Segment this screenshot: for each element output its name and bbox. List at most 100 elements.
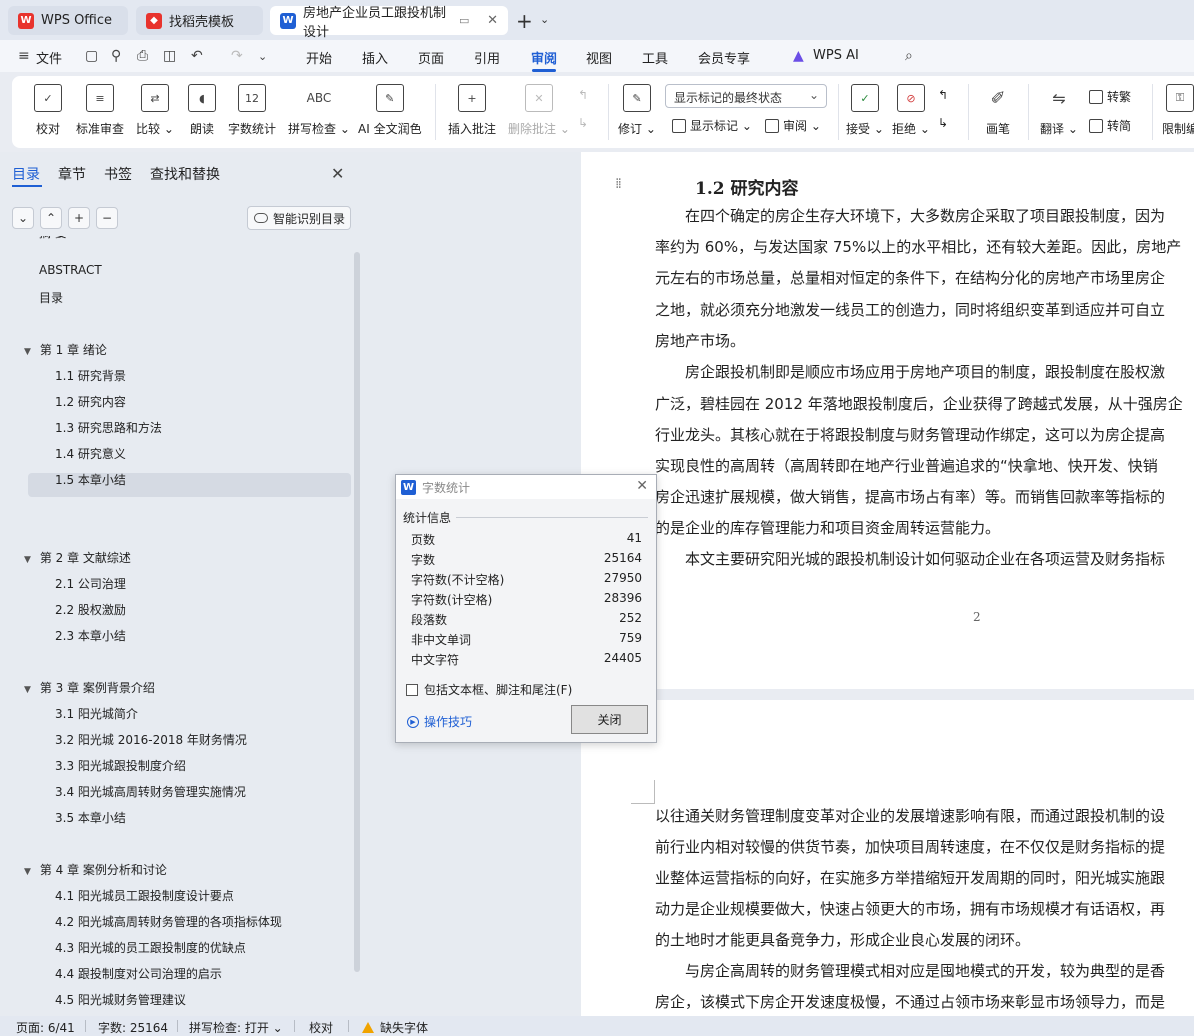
tips-link[interactable]: ▶ 操作技巧 (407, 713, 472, 730)
tab-wps-office[interactable]: W WPS Office (8, 6, 128, 35)
toc-item[interactable]: 3.1 阳光城简介 (55, 705, 138, 722)
menu-review[interactable]: 审阅 (531, 48, 557, 67)
toc-chapter[interactable]: ▼ 第 4 章 案例分析和讨论 (24, 861, 167, 878)
accept-button[interactable]: ✓ 接受 ⌄ (846, 80, 884, 144)
compare-button[interactable]: ⇄ 比较 ⌄ (136, 80, 174, 144)
toc-item[interactable]: 4.4 跟投制度对公司治理的启示 (55, 965, 222, 982)
page-indicator[interactable]: 页面: 6/41 (16, 1019, 75, 1036)
proofread-button[interactable]: ✓ 校对 (34, 80, 62, 144)
word-count-button[interactable]: 12 字数统计 (228, 80, 276, 144)
toc-item[interactable]: 1.3 研究思路和方法 (55, 419, 162, 436)
window-icon[interactable]: ▭ (459, 14, 469, 27)
missing-font-indicator[interactable]: 缺失字体 (362, 1019, 428, 1036)
spell-check-indicator[interactable]: 拼写检查: 打开 ⌄ (189, 1019, 283, 1036)
tab-bookmarks[interactable]: 书签 (104, 164, 132, 184)
toc-scrollbar[interactable] (354, 252, 360, 972)
search-icon[interactable]: ⌕ (905, 48, 913, 64)
toc-item[interactable]: 3.5 本章小结 (55, 809, 126, 826)
menu-start[interactable]: 开始 (306, 48, 332, 67)
track-changes-button[interactable]: ✎ 修订 ⌄ (618, 80, 656, 144)
show-marks-select[interactable]: 显示标记的最终状态 ⌄ (665, 84, 827, 108)
spell-check-button[interactable]: ABC 拼写检查 ⌄ (288, 80, 350, 144)
toc-item[interactable]: 1.1 研究背景 (55, 367, 126, 384)
prev-change-icon[interactable]: ↰ (938, 88, 948, 102)
tab-sections[interactable]: 章节 (58, 164, 86, 184)
next-change-icon[interactable]: ↳ (938, 116, 948, 130)
reject-button[interactable]: ⊘ 拒绝 ⌄ (892, 80, 930, 144)
menu-insert[interactable]: 插入 (362, 48, 388, 67)
to-simplified-button[interactable]: 转简 (1089, 117, 1131, 134)
insert-comment-button[interactable]: + 插入批注 (448, 80, 496, 144)
toc-item[interactable]: 2.3 本章小结 (55, 627, 126, 644)
tab-list-chevron-icon[interactable]: ⌄ (540, 13, 549, 26)
proof-indicator[interactable]: 校对 (309, 1019, 333, 1036)
toc-chapter[interactable]: ▼ 第 2 章 文献综述 (24, 549, 131, 566)
print-icon[interactable]: ⎙ (137, 48, 148, 64)
menu-member[interactable]: 会员专享 (698, 48, 750, 67)
toc-item[interactable]: 2.2 股权激励 (55, 601, 126, 618)
prev-comment-icon[interactable]: ↰ (578, 88, 588, 102)
remove-heading-button[interactable]: − (96, 207, 118, 229)
toc-chapter[interactable]: ▼ 第 3 章 案例背景介绍 (24, 679, 155, 696)
pen-button[interactable]: ✐ 画笔 (984, 80, 1012, 144)
toc-item-selected[interactable]: 1.2 研究内容 (55, 393, 126, 410)
review-pane-button[interactable]: 审阅 ⌄ (765, 117, 821, 134)
close-icon[interactable]: ✕ (636, 478, 648, 494)
toc-item[interactable]: 1.4 研究意义 (55, 445, 126, 462)
menu-file[interactable]: 文件 (36, 48, 62, 67)
smart-toc-button[interactable]: 智能识别目录 (247, 206, 351, 230)
menu-references[interactable]: 引用 (474, 48, 500, 67)
toc-item[interactable]: ABSTRACT (39, 263, 102, 277)
read-aloud-button[interactable]: ◖ 朗读 (188, 80, 216, 144)
menu-hamburger-icon[interactable]: ≡ (18, 48, 30, 64)
menu-tools[interactable]: 工具 (642, 48, 668, 67)
toc-item[interactable]: 4.3 阳光城的员工跟投制度的优缺点 (55, 939, 246, 956)
tab-toc[interactable]: 目录 (12, 164, 40, 184)
drag-handle-icon[interactable]: ⁞⁞ (615, 176, 622, 192)
toc-item[interactable]: 4.1 阳光城员工跟投制度设计要点 (55, 887, 234, 904)
menu-page[interactable]: 页面 (418, 48, 444, 67)
toc-item[interactable]: 3.2 阳光城 2016-2018 年财务情况 (55, 731, 247, 748)
toc-chapter[interactable]: ▼ 第 1 章 绪论 (24, 341, 107, 358)
toc-item[interactable]: 摘 要 (39, 236, 67, 241)
toc-item[interactable]: 1.5 本章小结 (55, 471, 126, 488)
menu-view[interactable]: 视图 (586, 48, 612, 67)
export-icon[interactable]: ⚲ (111, 48, 121, 64)
save-icon[interactable]: ▢ (85, 48, 98, 64)
toc-item[interactable]: 目录 (39, 289, 63, 306)
standard-review-button[interactable]: ≡ 标准审查 (76, 80, 124, 144)
delete-comment-button[interactable]: ✕ 删除批注 ⌄ (508, 80, 570, 144)
checkbox-box[interactable] (406, 683, 418, 696)
toc-item[interactable]: 3.4 阳光城高周转财务管理实施情况 (55, 783, 246, 800)
close-pane-icon[interactable]: ✕ (331, 164, 344, 183)
include-textbox-checkbox[interactable]: 包括文本框、脚注和尾注(F) (406, 681, 572, 698)
menu-wps-ai[interactable]: WPS AI (813, 48, 859, 63)
toc-item[interactable]: 3.3 阳光城跟投制度介绍 (55, 757, 186, 774)
document-page[interactable]: 以往通关财务管理制度变革对企业的发展增速影响有限，而通过跟投机制的设 前行业内相… (581, 700, 1194, 1016)
close-button[interactable]: 关闭 (571, 705, 648, 734)
tab-find-replace[interactable]: 查找和替换 (150, 164, 220, 184)
collapse-all-button[interactable]: ⌄ (12, 207, 34, 229)
add-heading-button[interactable]: + (68, 207, 90, 229)
toc-item[interactable]: 4.2 阳光城高周转财务管理的各项指标体现 (55, 913, 282, 930)
toc-item[interactable]: 4.5 阳光城财务管理建议 (55, 991, 186, 1008)
word-count-indicator[interactable]: 字数: 25164 (98, 1019, 168, 1036)
restrict-edit-button[interactable]: ⚿ 限制编 (1162, 80, 1194, 144)
show-marks-button[interactable]: 显示标记 ⌄ (672, 117, 752, 134)
tab-docer[interactable]: ◆ 找稻壳模板 (136, 6, 263, 35)
print-preview-icon[interactable]: ◫ (163, 48, 176, 64)
redo-icon[interactable]: ↷ (231, 48, 243, 64)
document-page[interactable]: ⁞⁞ 1.2 研究内容 在四个确定的房企生存大环境下，大多数房企采取了项目跟投制… (581, 152, 1194, 689)
next-comment-icon[interactable]: ↳ (578, 116, 588, 130)
toc-item[interactable]: 2.1 公司治理 (55, 575, 126, 592)
undo-icon[interactable]: ↶ (191, 48, 203, 64)
translate-button[interactable]: ⇋ 翻译 ⌄ (1040, 80, 1078, 144)
quick-access-chevron-icon[interactable]: ⌄ (258, 50, 267, 63)
new-tab-icon[interactable]: + (516, 9, 533, 33)
expand-up-button[interactable]: ⌃ (40, 207, 62, 229)
close-tab-icon[interactable]: ✕ (487, 13, 498, 28)
dialog-title-bar[interactable]: W 字数统计 ✕ (396, 475, 656, 499)
ai-polish-button[interactable]: ✎ AI 全文润色 (358, 80, 422, 144)
tab-document[interactable]: W 房地产企业员工跟投机制设计 ▭ ✕ (270, 6, 508, 40)
to-traditional-button[interactable]: 转繁 (1089, 88, 1131, 105)
